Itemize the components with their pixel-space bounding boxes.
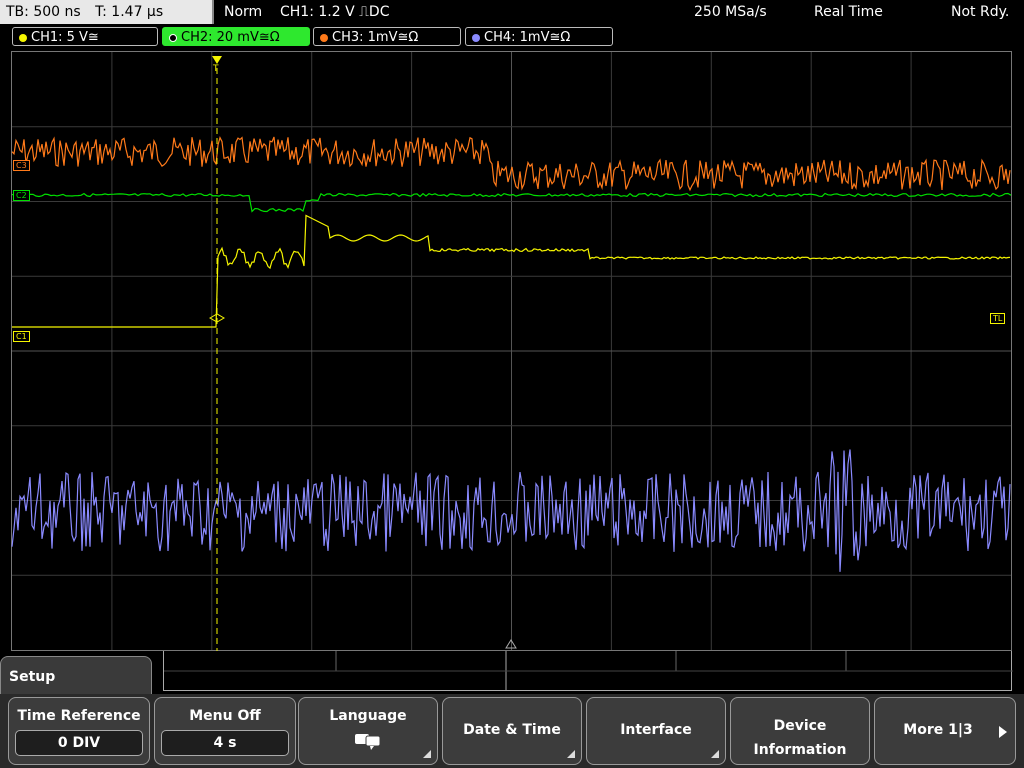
menu-off-button[interactable]: Menu Off 4 s — [154, 697, 296, 765]
softkey-bar: Time Reference 0 DIV Menu Off 4 s Langua… — [0, 694, 1024, 768]
trigger-level-marker[interactable]: TL — [990, 313, 1006, 324]
submenu-indicator-icon — [567, 750, 575, 758]
language-label: Language — [329, 708, 407, 724]
menu-title-tab: Setup — [0, 656, 152, 696]
device-information-label: Device Information — [731, 714, 869, 762]
speech-bubbles-icon — [355, 734, 381, 750]
graticule — [12, 52, 1011, 650]
date-time-button[interactable]: Date & Time — [442, 697, 582, 765]
ch2-ground-marker[interactable]: C2 — [13, 190, 30, 201]
device-information-line2: Information — [753, 742, 847, 758]
submenu-indicator-icon — [711, 750, 719, 758]
more-label: More 1|3 — [903, 722, 973, 738]
message-strip — [163, 651, 1013, 691]
menu-off-value: 4 s — [161, 730, 289, 756]
device-information-button[interactable]: Device Information — [730, 697, 870, 765]
language-button[interactable]: Language — [298, 697, 438, 765]
menu-off-label: Menu Off — [189, 708, 261, 724]
device-information-line1: Device — [773, 718, 827, 734]
trigger-position-icon[interactable] — [212, 56, 222, 64]
date-time-label: Date & Time — [463, 722, 561, 738]
time-reference-value: 0 DIV — [15, 730, 143, 756]
next-page-icon — [999, 726, 1007, 738]
ch1-ground-marker[interactable]: C1 — [13, 331, 30, 342]
trigger-position-label: T — [213, 64, 219, 74]
submenu-indicator-icon — [423, 750, 431, 758]
interface-button[interactable]: Interface — [586, 697, 726, 765]
interface-label: Interface — [620, 722, 692, 738]
time-reference-button[interactable]: Time Reference 0 DIV — [8, 697, 150, 765]
ch3-ground-marker[interactable]: C3 — [13, 160, 30, 171]
strip-divisions — [164, 651, 1013, 691]
time-reference-label: Time Reference — [17, 708, 141, 724]
more-button[interactable]: More 1|3 — [874, 697, 1016, 765]
